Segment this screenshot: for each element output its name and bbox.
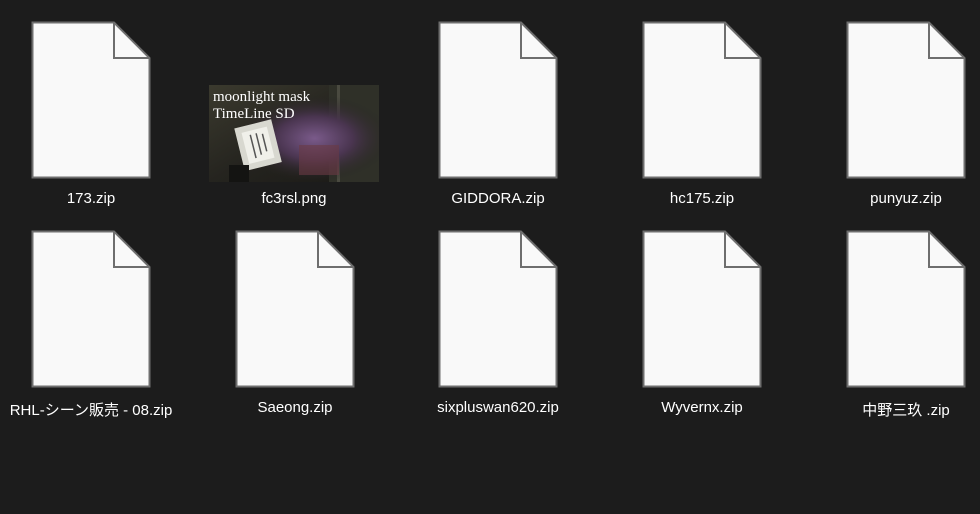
file-name: Saeong.zip (257, 399, 333, 416)
file-name: RHL-シーン販売 - 08.zip (9, 402, 173, 419)
blank-file-icon (31, 230, 151, 388)
file-name: fc3rsl.png (261, 190, 327, 207)
file-grid: 173.zip moonlight mask TimeLine SD fc3rs… (0, 0, 980, 514)
blank-file-icon (846, 21, 966, 179)
file-item[interactable]: GIDDORA.zip (398, 0, 598, 207)
file-item[interactable]: 中野三玖 .zip (806, 209, 980, 419)
file-name: 中野三玖 .zip (862, 402, 950, 419)
file-name: hc175.zip (669, 190, 735, 207)
file-item[interactable]: moonlight mask TimeLine SD fc3rsl.png (194, 0, 394, 207)
blank-file-icon (846, 230, 966, 388)
file-name: Wyvernx.zip (661, 399, 743, 416)
blank-file-icon (642, 21, 762, 179)
blank-file-icon (438, 230, 558, 388)
blank-file-icon (235, 230, 355, 388)
blank-file-icon (642, 230, 762, 388)
file-item[interactable]: 173.zip (0, 0, 191, 207)
file-item[interactable]: sixpluswan620.zip (398, 209, 598, 416)
thumbnail-caption-line-1: moonlight mask (213, 89, 311, 105)
file-name: 173.zip (66, 190, 116, 207)
blank-file-icon (31, 21, 151, 179)
file-item[interactable]: RHL-シーン販売 - 08.zip (0, 209, 191, 419)
file-item[interactable]: punyuz.zip (806, 0, 980, 207)
blank-file-icon (438, 21, 558, 179)
file-item[interactable]: Saeong.zip (195, 209, 395, 416)
file-name: GIDDORA.zip (451, 190, 545, 207)
image-thumbnail: moonlight mask TimeLine SD (209, 85, 379, 182)
file-item[interactable]: Wyvernx.zip (602, 209, 802, 416)
file-name: sixpluswan620.zip (437, 399, 559, 416)
file-name: punyuz.zip (870, 190, 942, 207)
thumbnail-caption-line-2: TimeLine SD (213, 106, 295, 122)
file-item[interactable]: hc175.zip (602, 0, 802, 207)
